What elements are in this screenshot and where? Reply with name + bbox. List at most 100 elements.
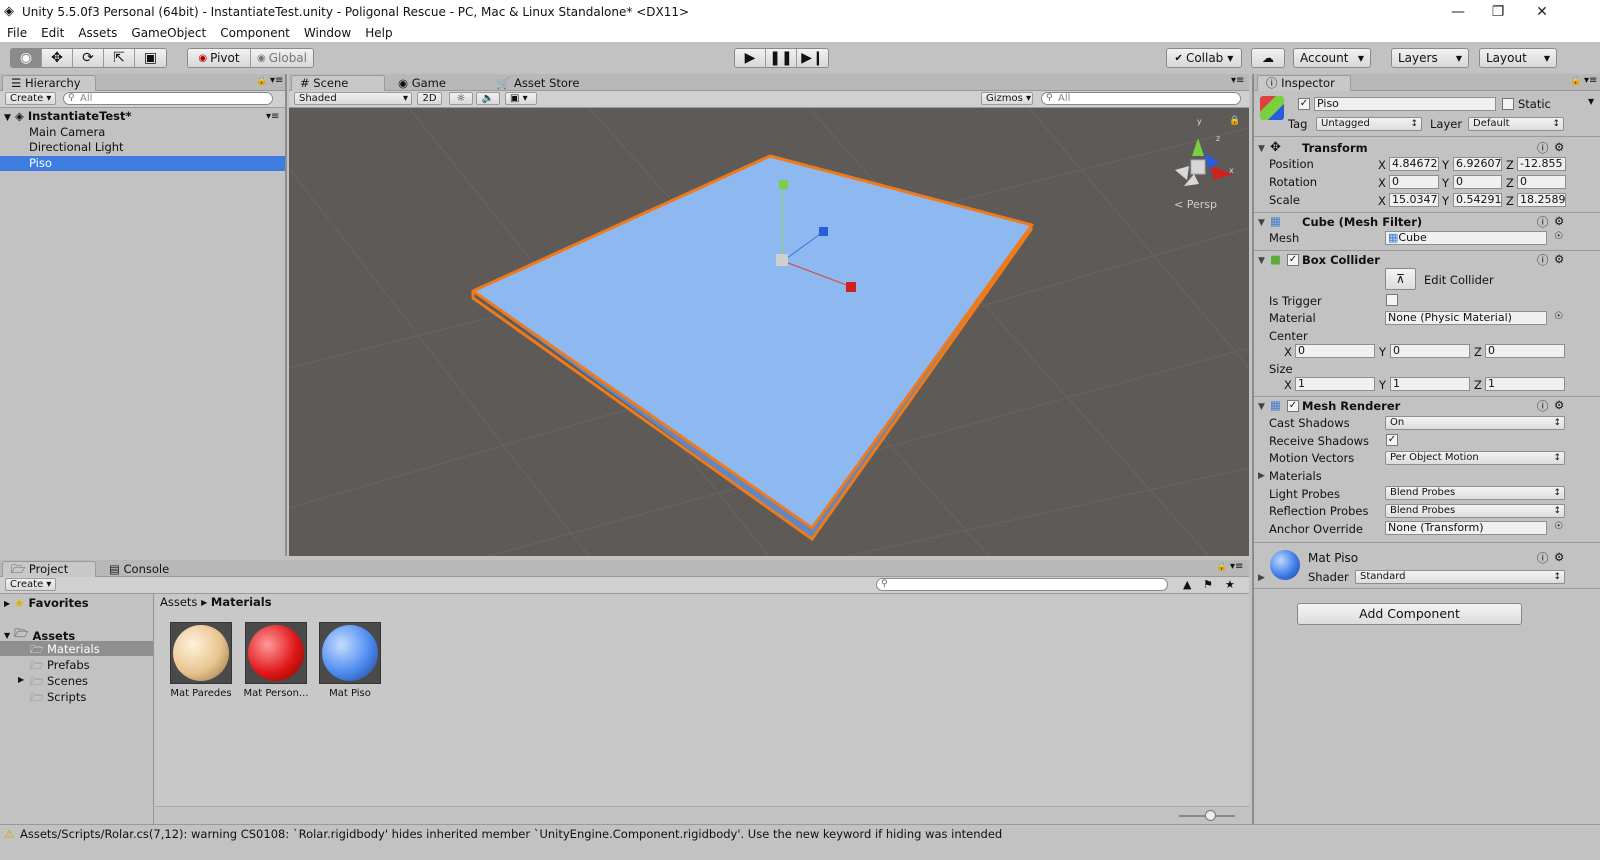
scale-z-input[interactable]: 18.2589: [1517, 193, 1566, 207]
breadcrumb-materials[interactable]: Materials: [211, 595, 272, 609]
object-picker-icon[interactable]: ☉: [1554, 311, 1563, 322]
scene-root-item[interactable]: ▼ ◈ InstantiateTest* ▾≡: [0, 109, 285, 124]
audio-toggle[interactable]: 🔈: [476, 92, 500, 105]
static-checkbox[interactable]: [1502, 98, 1514, 110]
position-z-input[interactable]: -12.855: [1517, 157, 1566, 171]
account-dropdown[interactable]: Account ▼: [1293, 48, 1371, 68]
menu-component[interactable]: Component: [220, 26, 290, 40]
close-icon[interactable]: ✕: [1530, 2, 1554, 22]
active-checkbox[interactable]: ✓: [1298, 98, 1310, 110]
rect-tool-icon[interactable]: ▣: [135, 49, 166, 67]
collapse-triangle-icon[interactable]: ▼: [1258, 256, 1265, 266]
floor-plane[interactable]: [471, 154, 1034, 530]
help-icon[interactable]: ⓘ: [1537, 398, 1549, 414]
help-icon[interactable]: ⓘ: [1537, 214, 1549, 230]
tab-project[interactable]: 🗁 Project: [2, 561, 96, 577]
gizmo-neg-x-cone[interactable]: [1175, 166, 1189, 180]
scene-menu-icon[interactable]: ▾≡: [266, 109, 279, 124]
settings-gear-icon[interactable]: ⚙: [1554, 398, 1564, 412]
expand-triangle-icon[interactable]: ▶: [1258, 573, 1265, 583]
project-search-input[interactable]: ⚲: [876, 578, 1168, 591]
effects-dropdown[interactable]: ▣ ▾: [505, 92, 537, 105]
gizmo-center-cube[interactable]: [1190, 159, 1206, 175]
object-picker-icon[interactable]: ☉: [1554, 521, 1563, 532]
lock-icon[interactable]: 🔒: [256, 76, 267, 86]
asset-mat-piso[interactable]: Mat Piso: [315, 622, 385, 699]
settings-gear-icon[interactable]: ⚙: [1554, 140, 1564, 154]
layers-dropdown[interactable]: Layers ▼: [1391, 48, 1469, 68]
collider-material-field[interactable]: None (Physic Material): [1385, 311, 1547, 325]
lock-icon[interactable]: 🔒: [1216, 562, 1227, 572]
tag-dropdown[interactable]: Untagged: [1316, 117, 1422, 131]
center-x-input[interactable]: 0: [1295, 344, 1375, 358]
persp-label[interactable]: < Persp: [1174, 198, 1217, 211]
folder-item-materials[interactable]: 🗁 Materials: [0, 641, 153, 656]
is-trigger-checkbox[interactable]: [1386, 294, 1398, 306]
settings-gear-icon[interactable]: ⚙: [1554, 550, 1564, 564]
size-x-input[interactable]: 1: [1295, 377, 1375, 391]
rotation-y-input[interactable]: 0: [1453, 175, 1502, 189]
materials-foldout[interactable]: Materials: [1269, 469, 1322, 483]
filter-by-label-icon[interactable]: ⚑: [1203, 578, 1213, 591]
light-probes-dropdown[interactable]: Blend Probes: [1385, 486, 1565, 500]
panel-menu-icon[interactable]: ▾≡: [1584, 75, 1597, 86]
object-picker-icon[interactable]: ☉: [1554, 231, 1563, 242]
object-name-input[interactable]: Piso: [1314, 97, 1496, 111]
layout-dropdown[interactable]: Layout ▼: [1479, 48, 1557, 68]
asset-mat-personagem[interactable]: Mat Person...: [241, 622, 311, 699]
step-icon[interactable]: ▶❙: [797, 49, 828, 67]
gizmo-y-cone[interactable]: [1192, 138, 1204, 156]
anchor-override-field[interactable]: None (Transform): [1385, 521, 1547, 535]
menu-gameobject[interactable]: GameObject: [131, 26, 206, 40]
cast-shadows-dropdown[interactable]: On: [1385, 416, 1565, 430]
cloud-button[interactable]: ☁: [1251, 48, 1285, 68]
menu-help[interactable]: Help: [365, 26, 392, 40]
scene-search-input[interactable]: ⚲ All: [1041, 92, 1241, 105]
edit-collider-button[interactable]: ⊼: [1385, 268, 1416, 290]
rotation-x-input[interactable]: 0: [1389, 175, 1439, 189]
mesh-object-field[interactable]: ▦Cube: [1385, 231, 1547, 245]
breadcrumb-assets[interactable]: Assets: [160, 595, 197, 609]
hierarchy-item-piso[interactable]: Piso: [0, 156, 285, 171]
expand-triangle-icon[interactable]: ▶: [1258, 471, 1265, 481]
panel-menu-icon[interactable]: ▾≡: [1230, 561, 1243, 572]
mesh-renderer-enabled-checkbox[interactable]: ✓: [1287, 400, 1299, 412]
slider-thumb[interactable]: [1205, 810, 1216, 821]
tab-inspector[interactable]: ⓘ Inspector: [1257, 75, 1351, 91]
scene-viewport[interactable]: y z x 🔒 < Persp: [289, 108, 1249, 556]
center-z-input[interactable]: 0: [1485, 344, 1565, 358]
settings-gear-icon[interactable]: ⚙: [1554, 214, 1564, 228]
center-handle-cube[interactable]: [776, 254, 788, 266]
menu-edit[interactable]: Edit: [41, 26, 64, 40]
play-icon[interactable]: ▶: [735, 49, 766, 67]
tab-asset-store[interactable]: 🛒 Asset Store: [487, 75, 588, 91]
z-handle-cube[interactable]: [819, 227, 828, 236]
collab-button[interactable]: ✔ Collab ▼: [1166, 48, 1242, 68]
move-tool-icon[interactable]: ✥: [42, 49, 73, 67]
pause-icon[interactable]: ❚❚: [766, 49, 797, 67]
gizmos-dropdown[interactable]: Gizmos ▾: [981, 92, 1033, 105]
scale-x-input[interactable]: 15.0347: [1389, 193, 1439, 207]
project-create-dropdown[interactable]: Create ▾: [5, 578, 57, 591]
x-handle-cube[interactable]: [846, 282, 856, 292]
box-collider-enabled-checkbox[interactable]: ✓: [1287, 254, 1299, 266]
help-icon[interactable]: ⓘ: [1537, 140, 1549, 156]
folder-item-scenes[interactable]: ▶ 🗁 Scenes: [0, 673, 153, 688]
scale-tool-icon[interactable]: ⇱: [104, 49, 135, 67]
expand-triangle-icon[interactable]: ▶: [18, 675, 24, 684]
collapse-triangle-icon[interactable]: ▼: [1258, 144, 1265, 154]
rotation-z-input[interactable]: 0: [1517, 175, 1566, 189]
size-y-input[interactable]: 1: [1390, 377, 1470, 391]
hierarchy-item-directional-light[interactable]: Directional Light: [0, 140, 285, 155]
y-handle-cube[interactable]: [779, 180, 788, 189]
view-tool-eye-icon[interactable]: ◉: [11, 49, 42, 67]
static-dropdown-arrow-icon[interactable]: ▼: [1588, 97, 1594, 106]
favorites-item[interactable]: ▶ ★ Favorites: [4, 596, 89, 610]
shader-dropdown[interactable]: Standard: [1355, 570, 1565, 584]
orientation-gizmo[interactable]: [1175, 138, 1233, 186]
gizmo-lock-icon[interactable]: 🔒: [1229, 116, 1240, 126]
position-y-input[interactable]: 6.92607: [1453, 157, 1502, 171]
global-button[interactable]: ◉ Global: [251, 49, 313, 67]
hierarchy-item-main-camera[interactable]: Main Camera: [0, 125, 285, 140]
menu-assets[interactable]: Assets: [78, 26, 117, 40]
